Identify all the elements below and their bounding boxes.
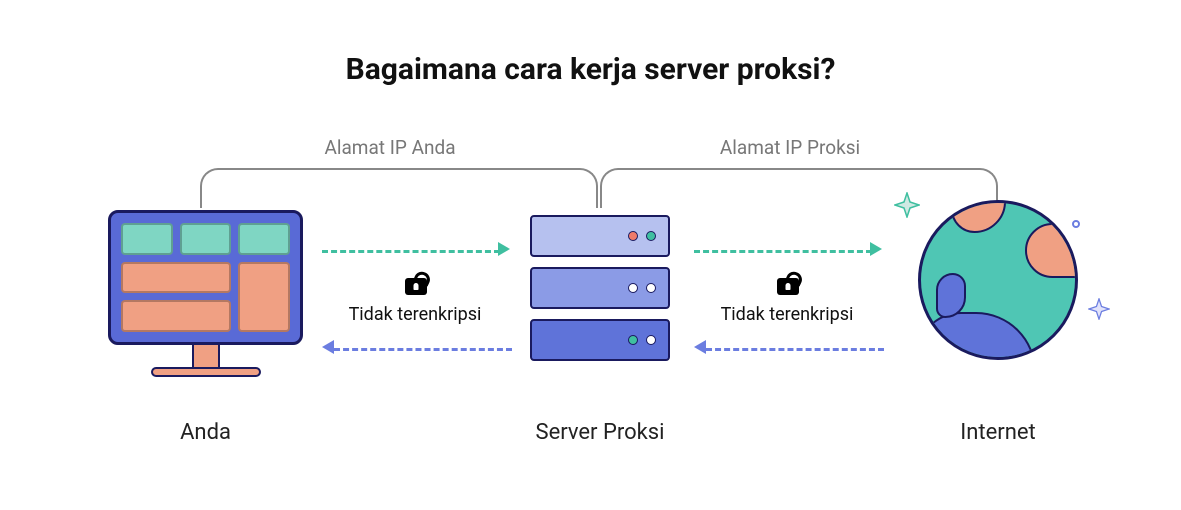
arrow-you-to-proxy — [322, 250, 500, 253]
server-stack-icon — [530, 215, 670, 361]
arrowhead-icon — [870, 242, 882, 256]
proxy-ip-label: Alamat IP Proksi — [660, 136, 920, 159]
arrowhead-icon — [498, 242, 510, 256]
arrowhead-icon — [694, 340, 706, 354]
arrow-internet-to-proxy — [706, 348, 884, 351]
arrow-proxy-to-you — [334, 348, 512, 351]
diagram-title: Bagaimana cara kerja server proksi? — [0, 52, 1181, 87]
internet-label: Internet — [918, 420, 1078, 445]
computer-monitor-icon — [108, 210, 303, 377]
right-encryption-label: Tidak terenkripsi — [702, 304, 872, 325]
arrowhead-icon — [322, 340, 334, 354]
your-ip-bracket — [200, 168, 598, 208]
you-label: Anda — [108, 420, 303, 445]
unlocked-lock-icon — [398, 268, 434, 295]
proxy-label: Server Proksi — [500, 420, 700, 445]
your-ip-label: Alamat IP Anda — [260, 136, 520, 159]
dot-icon — [1072, 220, 1080, 228]
arrow-proxy-to-internet — [694, 250, 872, 253]
sparkle-icon — [894, 192, 920, 218]
sparkle-icon — [1088, 298, 1110, 320]
unlocked-lock-icon — [770, 268, 806, 295]
left-encryption-label: Tidak terenkripsi — [330, 304, 500, 325]
globe-icon — [918, 200, 1088, 370]
